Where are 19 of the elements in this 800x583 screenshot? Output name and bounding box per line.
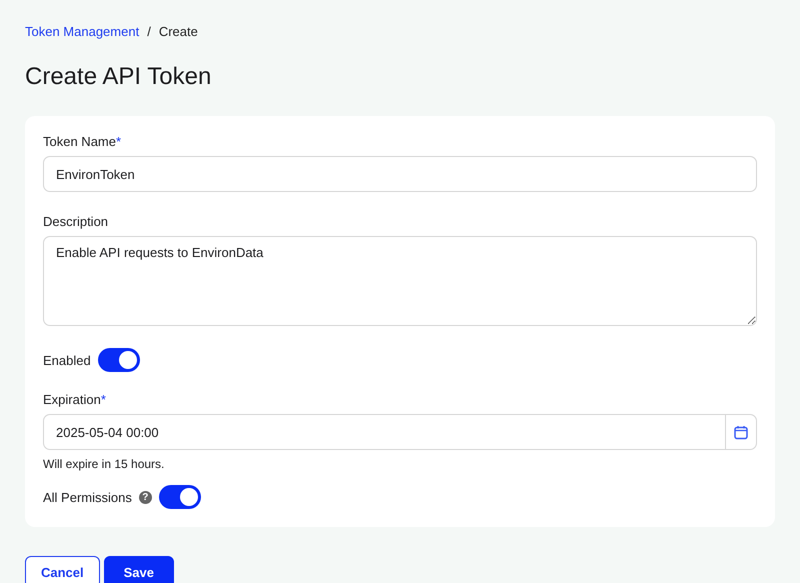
cancel-button[interactable]: Cancel: [25, 556, 100, 583]
toggle-switch[interactable]: [158, 485, 201, 509]
help-icon[interactable]: ?: [138, 490, 152, 504]
breadcrumb-link[interactable]: Token Management: [25, 24, 140, 38]
field-label: Token Name*: [43, 134, 122, 150]
description-field[interactable]: Enable API requests to EnvironData: [43, 236, 757, 326]
toggle-switch[interactable]: [98, 348, 140, 372]
save-button[interactable]: Save: [104, 556, 174, 583]
toggle-label: All Permissions: [43, 490, 132, 504]
breadcrumb-separator: /: [147, 24, 151, 38]
expiration-field[interactable]: 2025-05-04 00:00: [43, 414, 725, 450]
token-name-field[interactable]: EnvironToken: [43, 156, 757, 192]
toggle-label: Enabled: [43, 352, 91, 368]
calendar-icon[interactable]: [725, 414, 757, 450]
breadcrumb-current: Create: [158, 24, 198, 38]
field-label: Description: [43, 214, 110, 230]
field-label: Expiration*: [43, 392, 107, 408]
expiry-hint: Will expire in 15 hours.: [43, 457, 166, 471]
page-title: Create API Token: [25, 62, 212, 92]
